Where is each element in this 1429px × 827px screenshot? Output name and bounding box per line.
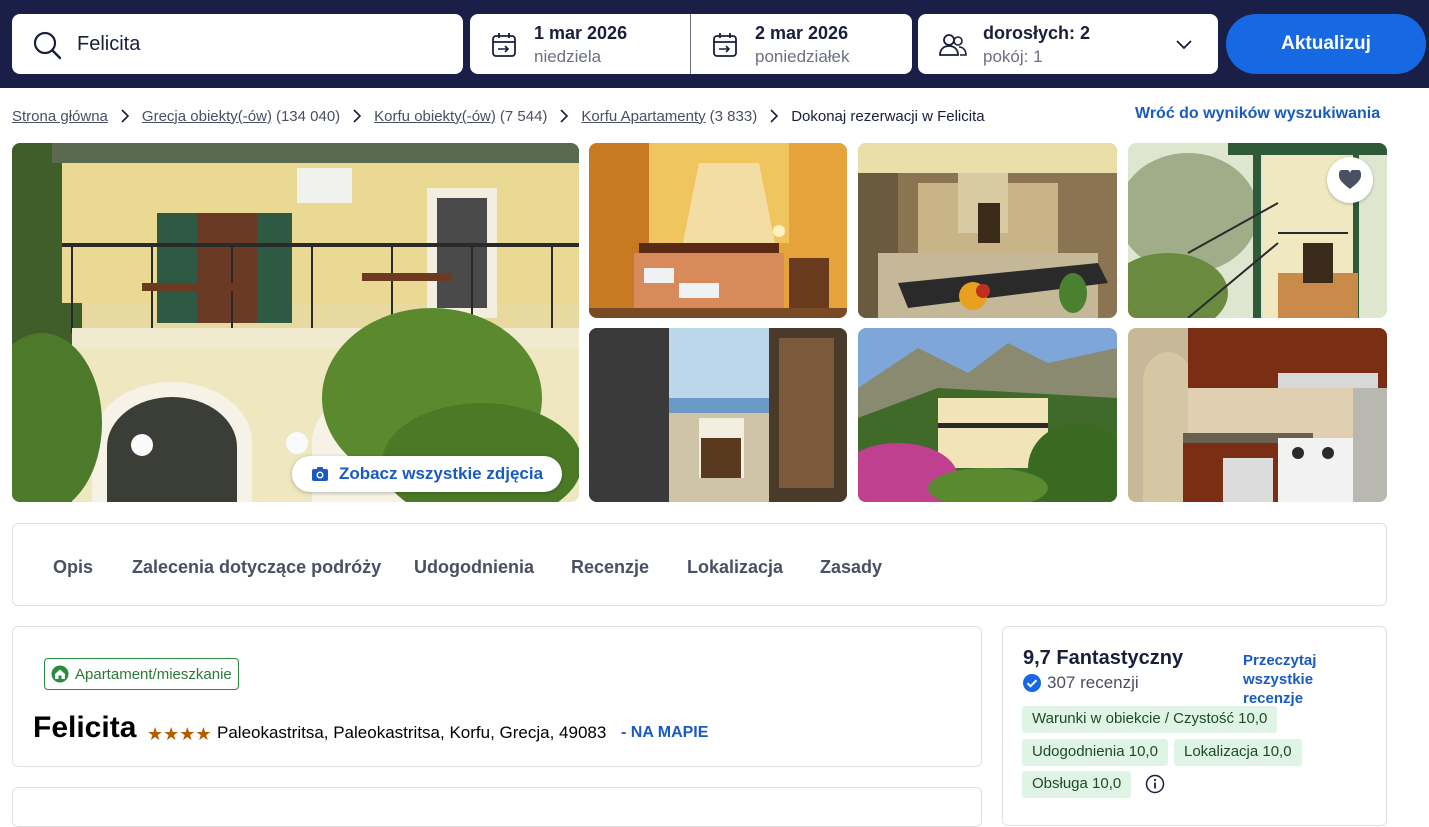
breadcrumb-greece[interactable]: Grecja obiekty(-ów) — [142, 108, 272, 125]
reviews-count-row: 307 recenzji — [1023, 673, 1139, 693]
star-rating: ★★★★ — [147, 724, 212, 744]
property-name: Felicita — [33, 711, 137, 744]
home-icon — [51, 665, 69, 683]
guests-field[interactable]: dorosłych: 2 pokój: 1 — [918, 14, 1218, 74]
chevron-right-icon — [770, 109, 779, 123]
see-all-photos-label: Zobacz wszystkie zdjęcia — [338, 464, 544, 483]
checkout-day: poniedziałek — [755, 47, 850, 66]
breadcrumb-current: Dokonaj rezerwacji w Felicita — [791, 107, 985, 125]
read-all-reviews-link[interactable]: Przeczytaj wszystkie recenzje — [1243, 651, 1353, 708]
bbq-patio-image — [858, 143, 1117, 318]
checkin-field[interactable]: 1 mar 2026 niedziela — [470, 14, 690, 74]
rating-location: Lokalizacja 10,0 — [1174, 739, 1302, 766]
rating-cleanliness: Warunki w obiekcie / Czystość 10,0 — [1022, 706, 1278, 733]
destination-value: Felicita — [77, 33, 141, 55]
rating-card: 9,7 Fantastyczny 307 recenzji Przeczytaj… — [1002, 626, 1387, 826]
photo-balcony-view[interactable] — [589, 328, 847, 502]
rating-service: Obsługa 10,0 — [1022, 771, 1132, 798]
section-tabs: Opis Zalecenia dotyczące podróży Udogodn… — [12, 523, 1387, 606]
balcony-view-image — [589, 328, 847, 502]
breadcrumb-corfu-count: (7 544) — [499, 107, 548, 125]
checkin-day: niedziela — [534, 47, 602, 66]
guests-icon — [939, 34, 967, 56]
breadcrumb-home[interactable]: Strona główna — [12, 108, 108, 125]
update-search-button[interactable]: Aktualizuj — [1226, 14, 1426, 74]
property-summary: Apartament/mieszkanie Felicita ★★★★ Pale… — [12, 626, 982, 767]
chevron-right-icon — [353, 109, 362, 123]
camera-icon — [311, 467, 328, 481]
photo-villa-mountains[interactable] — [858, 328, 1117, 502]
verified-check-icon — [1023, 674, 1041, 692]
tab-reviews[interactable]: Recenzje — [571, 557, 649, 578]
property-type-label: Apartament/mieszkanie — [75, 665, 232, 683]
breadcrumb-apartments-count: (3 833) — [709, 107, 758, 125]
breadcrumb-corfu-apartments[interactable]: Korfu Apartamenty — [581, 108, 705, 125]
chevron-right-icon — [121, 109, 130, 123]
chevron-down-icon — [1176, 40, 1192, 50]
villa-mountains-image — [858, 328, 1117, 502]
see-all-photos-button[interactable]: Zobacz wszystkie zdjęcia — [292, 456, 562, 492]
property-address: Paleokastritsa, Paleokastritsa, Korfu, G… — [217, 723, 607, 742]
reviews-count: 307 recenzji — [1047, 673, 1139, 692]
destination-field[interactable]: Felicita — [12, 14, 463, 74]
villa-facade-image — [12, 143, 579, 502]
review-score: 9,7 Fantastyczny — [1023, 647, 1184, 669]
chevron-right-icon — [560, 109, 569, 123]
tab-description[interactable]: Opis — [53, 557, 93, 578]
checkin-date: 1 mar 2026 — [534, 23, 628, 43]
tab-policies[interactable]: Zasady — [820, 557, 882, 578]
rooms-count: pokój: 1 — [983, 47, 1043, 66]
calendar-checkout-icon — [713, 33, 737, 57]
checkout-date: 2 mar 2026 — [755, 23, 849, 43]
checkout-field[interactable]: 2 mar 2026 poniedziałek — [691, 14, 912, 74]
breadcrumb: Strona główna Grecja obiekty(-ów) (134 0… — [12, 106, 985, 126]
breadcrumb-greece-count: (134 040) — [275, 107, 341, 125]
photo-kitchen[interactable] — [1128, 328, 1387, 502]
photo-bbq-patio[interactable] — [858, 143, 1117, 318]
info-icon[interactable] — [1145, 774, 1165, 794]
heart-icon — [1339, 170, 1361, 189]
back-to-results-link[interactable]: Wróć do wyników wyszukiwania — [1135, 105, 1380, 123]
next-section-card — [12, 787, 982, 827]
bedroom-image — [589, 143, 847, 318]
breadcrumb-corfu[interactable]: Korfu obiekty(-ów) — [374, 108, 496, 125]
search-header: Felicita 1 mar 2026 niedziela 2 mar 2026… — [0, 0, 1429, 88]
main-photo[interactable] — [12, 143, 579, 502]
show-on-map-link[interactable]: - NA MAPIE — [621, 724, 708, 742]
property-type-badge: Apartament/mieszkanie — [44, 658, 239, 690]
tab-travel-advice[interactable]: Zalecenia dotyczące podróży — [132, 557, 381, 578]
tab-location[interactable]: Lokalizacja — [687, 557, 783, 578]
dates-field: 1 mar 2026 niedziela 2 mar 2026 poniedzi… — [470, 14, 912, 74]
calendar-checkin-icon — [492, 33, 516, 57]
kitchen-image — [1128, 328, 1387, 502]
photo-bedroom[interactable] — [589, 143, 847, 318]
search-icon — [33, 31, 62, 60]
favorite-button[interactable] — [1327, 157, 1373, 203]
rating-amenities: Udogodnienia 10,0 — [1022, 739, 1168, 766]
adults-count: dorosłych: 2 — [983, 23, 1091, 43]
tab-amenities[interactable]: Udogodnienia — [414, 557, 534, 578]
